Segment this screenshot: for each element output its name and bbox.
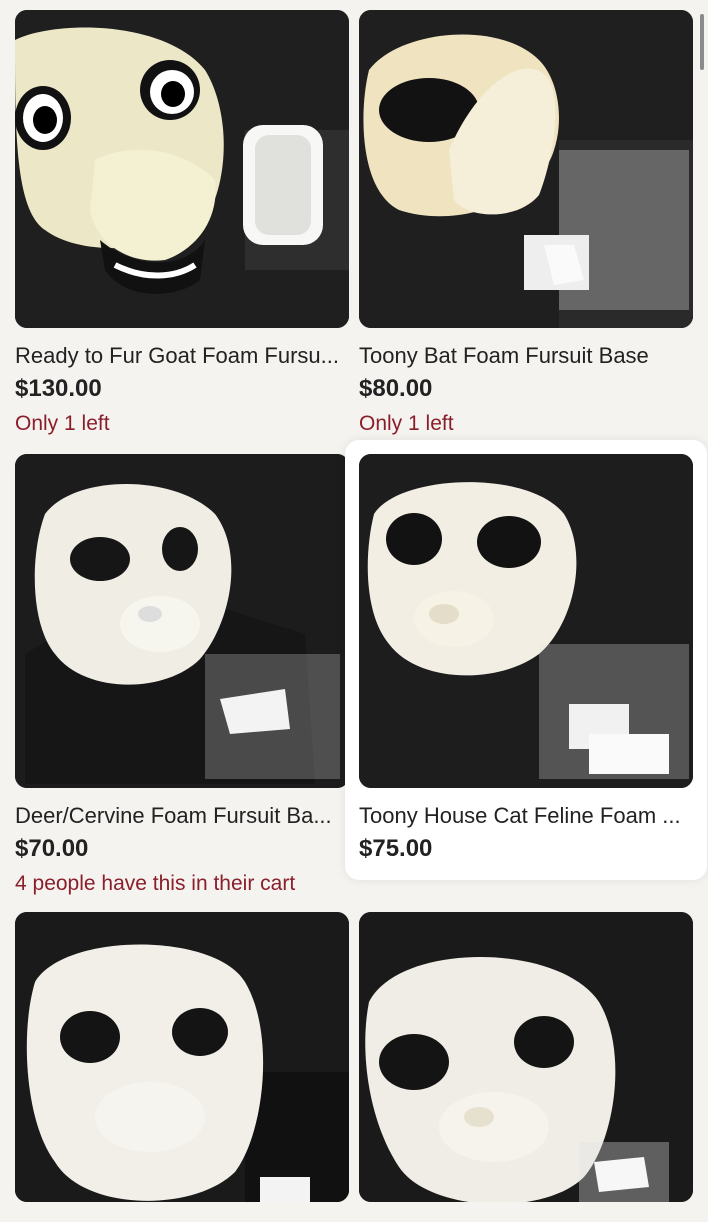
cat-fursuit-base-photo xyxy=(359,454,693,788)
listing-image-5[interactable] xyxy=(15,912,349,1202)
listing-stock-note: 4 people have this in their cart xyxy=(15,872,296,895)
listing-price: $80.00 xyxy=(359,375,433,402)
listing-title[interactable]: Deer/Cervine Foam Fursuit Ba... xyxy=(15,802,349,830)
foam-fursuit-base-photo xyxy=(359,912,693,1202)
listing-stock-note: Only 1 left xyxy=(359,412,454,435)
listing-stock-note: Only 1 left xyxy=(15,412,110,435)
listing-card-5[interactable] xyxy=(15,912,349,1222)
listing-title[interactable]: Ready to Fur Goat Foam Fursu... xyxy=(15,342,349,370)
bat-fursuit-base-photo xyxy=(359,10,693,328)
foam-fursuit-base-photo xyxy=(15,912,349,1202)
listing-card-1[interactable]: Ready to Fur Goat Foam Fursu... $130.00 … xyxy=(15,10,349,438)
listing-price: $130.00 xyxy=(15,375,102,402)
listing-image-1[interactable] xyxy=(15,10,349,328)
scrollbar-thumb[interactable] xyxy=(700,14,704,70)
listing-image-6[interactable] xyxy=(359,912,693,1202)
listing-price: $70.00 xyxy=(15,835,89,862)
deer-fursuit-base-photo xyxy=(15,454,349,788)
listing-image-2[interactable] xyxy=(359,10,693,328)
listing-card-4[interactable]: Toony House Cat Feline Foam ... $75.00 xyxy=(345,440,707,880)
listing-image-3[interactable] xyxy=(15,454,349,788)
listing-card-3[interactable]: Deer/Cervine Foam Fursuit Ba... $70.00 4… xyxy=(15,454,349,898)
listing-card-6[interactable] xyxy=(359,912,693,1222)
listing-image-4[interactable] xyxy=(359,454,693,788)
listing-card-2[interactable]: Toony Bat Foam Fursuit Base $80.00 Only … xyxy=(359,10,693,438)
listing-title[interactable]: Toony Bat Foam Fursuit Base xyxy=(359,342,693,370)
goat-fursuit-base-photo xyxy=(15,10,349,328)
listing-title[interactable]: Toony House Cat Feline Foam ... xyxy=(359,802,693,830)
listing-price: $75.00 xyxy=(359,835,433,862)
